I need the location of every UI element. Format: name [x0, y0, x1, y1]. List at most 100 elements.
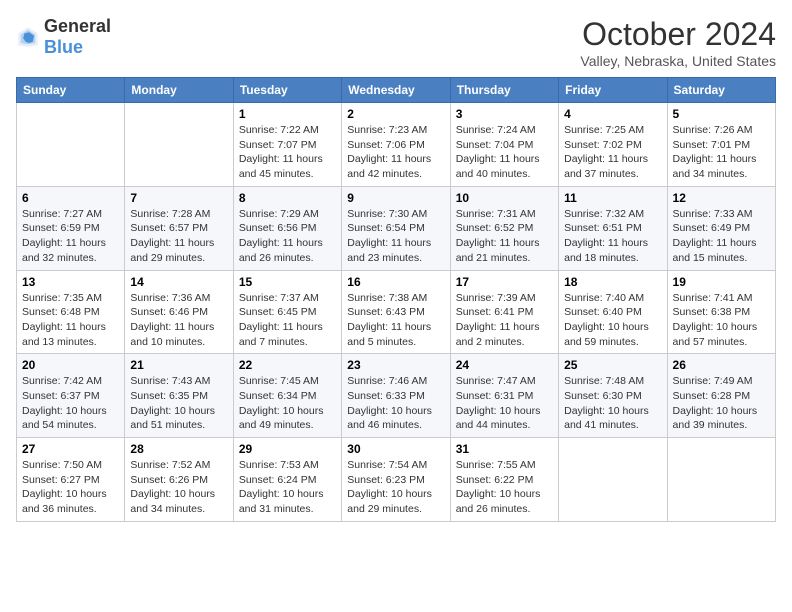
day-number: 14 [130, 275, 227, 289]
month-title: October 2024 [580, 16, 776, 53]
day-number: 23 [347, 358, 444, 372]
calendar-cell: 29 Sunrise: 7:53 AM Sunset: 6:24 PM Dayli… [233, 438, 341, 522]
weekday-header-monday: Monday [125, 78, 233, 103]
day-info: Sunrise: 7:25 AM Sunset: 7:02 PM Dayligh… [564, 123, 661, 182]
weekday-header-thursday: Thursday [450, 78, 558, 103]
calendar-cell: 10 Sunrise: 7:31 AM Sunset: 6:52 PM Dayli… [450, 186, 558, 270]
day-number: 29 [239, 442, 336, 456]
day-info: Sunrise: 7:41 AM Sunset: 6:38 PM Dayligh… [673, 291, 770, 350]
week-row-2: 13 Sunrise: 7:35 AM Sunset: 6:48 PM Dayli… [17, 270, 776, 354]
logo-icon [16, 25, 40, 49]
day-info: Sunrise: 7:43 AM Sunset: 6:35 PM Dayligh… [130, 374, 227, 433]
day-info: Sunrise: 7:22 AM Sunset: 7:07 PM Dayligh… [239, 123, 336, 182]
calendar-cell: 4 Sunrise: 7:25 AM Sunset: 7:02 PM Daylig… [559, 103, 667, 187]
day-info: Sunrise: 7:37 AM Sunset: 6:45 PM Dayligh… [239, 291, 336, 350]
calendar-cell: 14 Sunrise: 7:36 AM Sunset: 6:46 PM Dayli… [125, 270, 233, 354]
weekday-header-wednesday: Wednesday [342, 78, 450, 103]
day-number: 20 [22, 358, 119, 372]
calendar-cell: 25 Sunrise: 7:48 AM Sunset: 6:30 PM Dayli… [559, 354, 667, 438]
calendar-cell: 8 Sunrise: 7:29 AM Sunset: 6:56 PM Daylig… [233, 186, 341, 270]
calendar-cell [17, 103, 125, 187]
calendar-cell: 12 Sunrise: 7:33 AM Sunset: 6:49 PM Dayli… [667, 186, 775, 270]
day-number: 11 [564, 191, 661, 205]
calendar-cell [559, 438, 667, 522]
day-info: Sunrise: 7:53 AM Sunset: 6:24 PM Dayligh… [239, 458, 336, 517]
weekday-header-sunday: Sunday [17, 78, 125, 103]
calendar-cell: 19Sunrise: 7:41 AM Sunset: 6:38 PM Dayli… [667, 270, 775, 354]
calendar-cell: 31 Sunrise: 7:55 AM Sunset: 6:22 PM Dayli… [450, 438, 558, 522]
calendar-cell: 30Sunrise: 7:54 AM Sunset: 6:23 PM Dayli… [342, 438, 450, 522]
day-info: Sunrise: 7:29 AM Sunset: 6:56 PM Dayligh… [239, 207, 336, 266]
calendar-cell: 20 Sunrise: 7:42 AM Sunset: 6:37 PM Dayli… [17, 354, 125, 438]
calendar-cell: 24Sunrise: 7:47 AM Sunset: 6:31 PM Dayli… [450, 354, 558, 438]
calendar-cell: 28 Sunrise: 7:52 AM Sunset: 6:26 PM Dayli… [125, 438, 233, 522]
day-number: 5 [673, 107, 770, 121]
calendar-cell [667, 438, 775, 522]
calendar-cell: 1Sunrise: 7:22 AM Sunset: 7:07 PM Daylig… [233, 103, 341, 187]
day-info: Sunrise: 7:49 AM Sunset: 6:28 PM Dayligh… [673, 374, 770, 433]
day-number: 28 [130, 442, 227, 456]
calendar-cell: 26 Sunrise: 7:49 AM Sunset: 6:28 PM Dayli… [667, 354, 775, 438]
week-row-1: 6 Sunrise: 7:27 AM Sunset: 6:59 PM Daylig… [17, 186, 776, 270]
week-row-3: 20 Sunrise: 7:42 AM Sunset: 6:37 PM Dayli… [17, 354, 776, 438]
calendar-table: SundayMondayTuesdayWednesdayThursdayFrid… [16, 77, 776, 522]
day-info: Sunrise: 7:30 AM Sunset: 6:54 PM Dayligh… [347, 207, 444, 266]
day-info: Sunrise: 7:35 AM Sunset: 6:48 PM Dayligh… [22, 291, 119, 350]
day-number: 26 [673, 358, 770, 372]
day-number: 18 [564, 275, 661, 289]
day-number: 31 [456, 442, 553, 456]
day-number: 24 [456, 358, 553, 372]
calendar-cell: 6 Sunrise: 7:27 AM Sunset: 6:59 PM Daylig… [17, 186, 125, 270]
day-info: Sunrise: 7:42 AM Sunset: 6:37 PM Dayligh… [22, 374, 119, 433]
day-info: Sunrise: 7:39 AM Sunset: 6:41 PM Dayligh… [456, 291, 553, 350]
location-subtitle: Valley, Nebraska, United States [580, 53, 776, 69]
calendar-cell: 23 Sunrise: 7:46 AM Sunset: 6:33 PM Dayli… [342, 354, 450, 438]
calendar-cell: 27Sunrise: 7:50 AM Sunset: 6:27 PM Dayli… [17, 438, 125, 522]
day-number: 3 [456, 107, 553, 121]
day-info: Sunrise: 7:55 AM Sunset: 6:22 PM Dayligh… [456, 458, 553, 517]
day-number: 15 [239, 275, 336, 289]
day-number: 13 [22, 275, 119, 289]
day-info: Sunrise: 7:24 AM Sunset: 7:04 PM Dayligh… [456, 123, 553, 182]
day-number: 17 [456, 275, 553, 289]
day-info: Sunrise: 7:46 AM Sunset: 6:33 PM Dayligh… [347, 374, 444, 433]
calendar-cell: 21 Sunrise: 7:43 AM Sunset: 6:35 PM Dayli… [125, 354, 233, 438]
day-number: 6 [22, 191, 119, 205]
logo-blue: Blue [44, 37, 83, 57]
calendar-cell: 7 Sunrise: 7:28 AM Sunset: 6:57 PM Daylig… [125, 186, 233, 270]
calendar-cell: 22Sunrise: 7:45 AM Sunset: 6:34 PM Dayli… [233, 354, 341, 438]
day-number: 22 [239, 358, 336, 372]
logo-text: General Blue [44, 16, 111, 58]
weekday-header-saturday: Saturday [667, 78, 775, 103]
weekday-header-row: SundayMondayTuesdayWednesdayThursdayFrid… [17, 78, 776, 103]
day-number: 8 [239, 191, 336, 205]
calendar-cell: 15 Sunrise: 7:37 AM Sunset: 6:45 PM Dayli… [233, 270, 341, 354]
day-info: Sunrise: 7:32 AM Sunset: 6:51 PM Dayligh… [564, 207, 661, 266]
day-number: 12 [673, 191, 770, 205]
day-info: Sunrise: 7:27 AM Sunset: 6:59 PM Dayligh… [22, 207, 119, 266]
day-info: Sunrise: 7:31 AM Sunset: 6:52 PM Dayligh… [456, 207, 553, 266]
calendar-cell: 11 Sunrise: 7:32 AM Sunset: 6:51 PM Dayli… [559, 186, 667, 270]
day-info: Sunrise: 7:26 AM Sunset: 7:01 PM Dayligh… [673, 123, 770, 182]
day-number: 4 [564, 107, 661, 121]
day-info: Sunrise: 7:23 AM Sunset: 7:06 PM Dayligh… [347, 123, 444, 182]
day-number: 21 [130, 358, 227, 372]
day-info: Sunrise: 7:48 AM Sunset: 6:30 PM Dayligh… [564, 374, 661, 433]
weekday-header-friday: Friday [559, 78, 667, 103]
day-number: 7 [130, 191, 227, 205]
day-info: Sunrise: 7:52 AM Sunset: 6:26 PM Dayligh… [130, 458, 227, 517]
day-number: 10 [456, 191, 553, 205]
calendar-cell: 9 Sunrise: 7:30 AM Sunset: 6:54 PM Daylig… [342, 186, 450, 270]
day-number: 25 [564, 358, 661, 372]
day-number: 16 [347, 275, 444, 289]
day-number: 9 [347, 191, 444, 205]
title-area: October 2024 Valley, Nebraska, United St… [580, 16, 776, 69]
day-info: Sunrise: 7:33 AM Sunset: 6:49 PM Dayligh… [673, 207, 770, 266]
day-number: 2 [347, 107, 444, 121]
day-number: 27 [22, 442, 119, 456]
day-number: 30 [347, 442, 444, 456]
logo: General Blue [16, 16, 111, 58]
day-info: Sunrise: 7:36 AM Sunset: 6:46 PM Dayligh… [130, 291, 227, 350]
week-row-0: 1Sunrise: 7:22 AM Sunset: 7:07 PM Daylig… [17, 103, 776, 187]
day-info: Sunrise: 7:28 AM Sunset: 6:57 PM Dayligh… [130, 207, 227, 266]
